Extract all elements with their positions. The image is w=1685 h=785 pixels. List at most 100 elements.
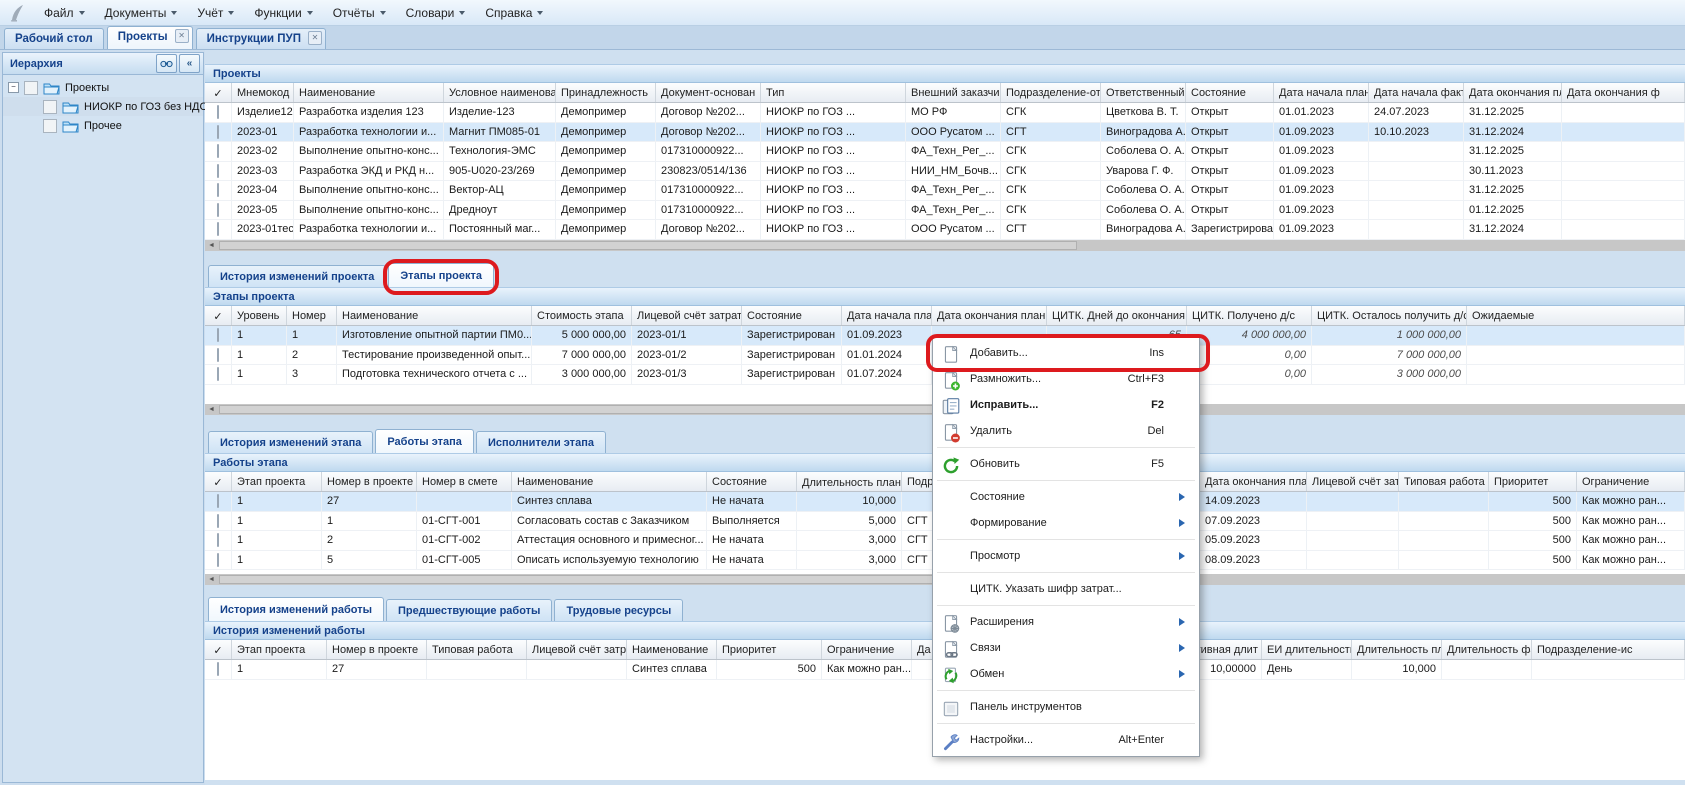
- row-checkbox[interactable]: [217, 125, 219, 139]
- column-header[interactable]: Подразделение-от: [1001, 83, 1101, 102]
- collapse-sidebar-icon[interactable]: «: [179, 54, 200, 73]
- column-header[interactable]: Наименование: [294, 83, 444, 102]
- column-header[interactable]: Приоритет: [1489, 472, 1577, 491]
- find-icon[interactable]: [156, 54, 177, 73]
- column-header[interactable]: Наименование: [627, 640, 717, 659]
- column-header[interactable]: Этап проекта: [232, 472, 322, 491]
- scroll-left-icon[interactable]: ◄: [205, 574, 218, 585]
- menubar-item-5[interactable]: Словари: [396, 3, 476, 23]
- column-header[interactable]: Состояние: [742, 306, 842, 325]
- menubar-item-4[interactable]: Отчёты: [323, 3, 396, 23]
- select-all-header[interactable]: ✓: [205, 83, 232, 102]
- menubar-item-6[interactable]: Справка: [475, 3, 553, 23]
- row-checkbox[interactable]: [217, 328, 219, 342]
- tree-checkbox[interactable]: [43, 119, 57, 133]
- row-checkbox[interactable]: [217, 105, 219, 119]
- column-header[interactable]: Дата начала факт.: [1369, 83, 1464, 102]
- context-menu-item-8[interactable]: Формирование: [934, 510, 1198, 536]
- table-row[interactable]: 2023-01тестРазработка технологии и...Пос…: [205, 220, 1685, 240]
- tree-checkbox[interactable]: [24, 81, 38, 95]
- column-header[interactable]: Длительность пла: [1352, 640, 1442, 659]
- column-header[interactable]: Дата окончания ф: [1562, 83, 1685, 102]
- tab-works_tabs-2[interactable]: Исполнители этапа: [476, 431, 606, 453]
- row-checkbox[interactable]: [217, 494, 219, 508]
- column-header[interactable]: Ограничение: [822, 640, 912, 659]
- column-header[interactable]: Номер в проекте: [322, 472, 417, 491]
- column-header[interactable]: Типовая работа: [1399, 472, 1489, 491]
- context-menu-item-1[interactable]: Размножить...Ctrl+F3: [934, 366, 1198, 392]
- column-header[interactable]: Дата окончания план: [1200, 472, 1307, 491]
- h-scrollbar[interactable]: ◄: [205, 240, 1685, 251]
- tab-stages_tabs-1[interactable]: Этапы проекта: [388, 263, 494, 287]
- scroll-left-icon[interactable]: ◄: [205, 404, 218, 415]
- row-checkbox[interactable]: [217, 533, 219, 547]
- table-row[interactable]: 2023-05Выполнение опытно-конс...Дредноут…: [205, 201, 1685, 221]
- menubar-item-2[interactable]: Учёт: [187, 3, 244, 23]
- context-menu-item-10[interactable]: Просмотр: [934, 543, 1198, 569]
- column-header[interactable]: Лицевой счёт затр: [1307, 472, 1399, 491]
- row-checkbox[interactable]: [217, 553, 219, 567]
- column-header[interactable]: Ограничение: [1577, 472, 1685, 491]
- column-header[interactable]: Тип: [761, 83, 906, 102]
- row-checkbox[interactable]: [217, 144, 219, 158]
- table-row[interactable]: 2023-02Выполнение опытно-конс...Технолог…: [205, 142, 1685, 162]
- column-header[interactable]: Ответственный: [1101, 83, 1186, 102]
- column-header[interactable]: Этап проекта: [232, 640, 327, 659]
- context-menu-item-12[interactable]: ЦИТК. Указать шифр затрат...: [934, 576, 1198, 602]
- tree-item-2[interactable]: Прочее: [3, 116, 203, 135]
- column-header[interactable]: Номер в проекте: [327, 640, 427, 659]
- context-menu-item-15[interactable]: Связи: [934, 635, 1198, 661]
- column-header[interactable]: Номер в смете: [417, 472, 512, 491]
- tree-checkbox[interactable]: [43, 100, 57, 114]
- row-checkbox[interactable]: [217, 222, 219, 236]
- column-header[interactable]: Лицевой счёт затр: [527, 640, 627, 659]
- column-header[interactable]: Подразделение-ис: [1532, 640, 1685, 659]
- column-header[interactable]: Дата окончания пл: [1464, 83, 1562, 102]
- tree-expander-icon[interactable]: −: [8, 82, 19, 93]
- row-checkbox[interactable]: [217, 514, 219, 528]
- column-header[interactable]: Номер: [287, 306, 337, 325]
- column-header[interactable]: Состояние: [1186, 83, 1274, 102]
- column-header[interactable]: ЕИ длительности: [1262, 640, 1352, 659]
- column-header[interactable]: ЦИТК. Дней до окончания: [1047, 306, 1187, 325]
- column-header[interactable]: Наименование: [337, 306, 532, 325]
- menubar-item-1[interactable]: Документы: [95, 3, 188, 23]
- column-header[interactable]: Дата начала план.: [1274, 83, 1369, 102]
- context-menu-item-7[interactable]: Состояние: [934, 484, 1198, 510]
- table-row[interactable]: 2023-04Выполнение опытно-конс...Вектор-А…: [205, 181, 1685, 201]
- context-menu-item-14[interactable]: Расширения: [934, 609, 1198, 635]
- row-checkbox[interactable]: [217, 203, 219, 217]
- window-tab-2[interactable]: Инструкции ПУП✕: [196, 28, 326, 49]
- tab-history_tabs-0[interactable]: История изменений работы: [208, 597, 384, 621]
- column-header[interactable]: Наименование: [512, 472, 707, 491]
- tab-works_tabs-0[interactable]: История изменений этапа: [208, 431, 373, 453]
- tab-close-icon[interactable]: ✕: [308, 31, 322, 45]
- column-header[interactable]: Условное наименова: [444, 83, 556, 102]
- column-header[interactable]: Стоимость этапа: [532, 306, 632, 325]
- column-header[interactable]: ЦИТК. Получено д/с: [1187, 306, 1312, 325]
- tab-history_tabs-2[interactable]: Трудовые ресурсы: [554, 599, 683, 621]
- context-menu-item-18[interactable]: Панель инструментов: [934, 694, 1198, 720]
- menubar-item-3[interactable]: Функции: [244, 3, 322, 23]
- column-header[interactable]: Принадлежность: [556, 83, 656, 102]
- tab-stages_tabs-0[interactable]: История изменений проекта: [208, 265, 386, 287]
- context-menu-item-20[interactable]: Настройки...Alt+Enter: [934, 727, 1198, 753]
- column-header[interactable]: Длительность план: [797, 472, 902, 491]
- column-header[interactable]: Лицевой счёт затрат.: [632, 306, 742, 325]
- context-menu-item-2[interactable]: Исправить...F2: [934, 392, 1198, 418]
- tree-item-1[interactable]: НИОКР по ГОЗ без НДС: [3, 97, 203, 116]
- select-all-header[interactable]: ✓: [205, 472, 232, 491]
- select-all-header[interactable]: ✓: [205, 306, 232, 325]
- row-checkbox[interactable]: [217, 164, 219, 178]
- context-menu-item-0[interactable]: Добавить...Ins: [934, 340, 1198, 366]
- column-header[interactable]: ЦИТК. Осталось получить д/с: [1312, 306, 1467, 325]
- row-checkbox[interactable]: [217, 348, 219, 362]
- column-header[interactable]: Уровень: [232, 306, 287, 325]
- table-row[interactable]: 2023-01Разработка технологии и...Магнит …: [205, 123, 1685, 143]
- row-checkbox[interactable]: [217, 662, 219, 676]
- tree-item-0[interactable]: −Проекты: [3, 78, 203, 97]
- column-header[interactable]: Внешний заказчик: [906, 83, 1001, 102]
- tab-close-icon[interactable]: ✕: [175, 29, 189, 43]
- context-menu-item-3[interactable]: УдалитьDel: [934, 418, 1198, 444]
- column-header[interactable]: Длительность фак: [1442, 640, 1532, 659]
